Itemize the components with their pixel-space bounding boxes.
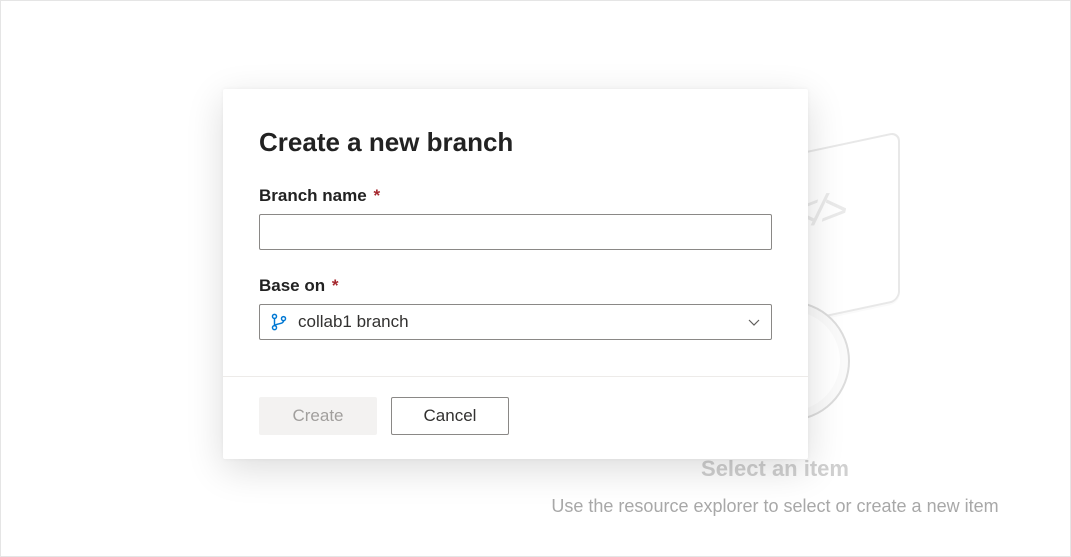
required-mark: *: [373, 186, 380, 205]
branch-name-label-text: Branch name: [259, 186, 367, 205]
dialog-title: Create a new branch: [259, 127, 772, 158]
base-on-label: Base on *: [259, 276, 772, 296]
base-on-dropdown[interactable]: collab1 branch: [259, 304, 772, 340]
required-mark: *: [332, 276, 339, 295]
background-subtitle: Use the resource explorer to select or c…: [495, 496, 1055, 517]
branch-name-label: Branch name *: [259, 186, 772, 206]
chevron-down-icon: [747, 315, 761, 329]
create-branch-dialog: Create a new branch Branch name * Base o…: [223, 89, 808, 459]
branch-icon: [270, 313, 288, 331]
base-on-field: Base on * collab1 branch: [259, 276, 772, 340]
branch-name-input[interactable]: [259, 214, 772, 250]
create-button[interactable]: Create: [259, 397, 377, 435]
base-on-selected-value: collab1 branch: [298, 312, 747, 332]
dialog-body: Create a new branch Branch name * Base o…: [223, 89, 808, 376]
background-title: Select an item: [515, 456, 1035, 482]
dialog-footer: Create Cancel: [223, 376, 808, 459]
base-on-label-text: Base on: [259, 276, 325, 295]
branch-name-field: Branch name *: [259, 186, 772, 250]
cancel-button[interactable]: Cancel: [391, 397, 509, 435]
